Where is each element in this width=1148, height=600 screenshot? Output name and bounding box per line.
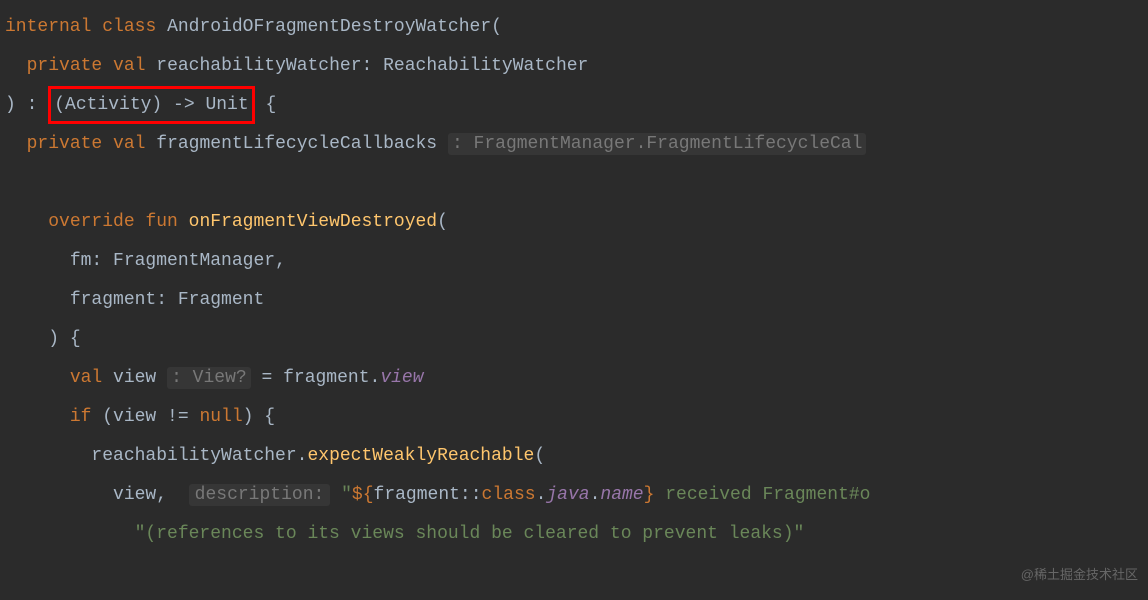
expr-fragment: fragment:: (374, 485, 482, 505)
highlighted-type: (Activity) -> Unit (48, 86, 254, 124)
method-expect: expectWeaklyReachable (307, 446, 534, 466)
string-start: " (330, 485, 352, 505)
code-line-13[interactable]: "(references to its views should be clea… (0, 515, 1148, 554)
keyword-if: if (70, 407, 92, 427)
code-line-5[interactable]: override fun onFragmentViewDestroyed( (0, 203, 1148, 242)
keyword-fun: fun (145, 212, 177, 232)
prop-name: fragmentLifecycleCallbacks (156, 134, 437, 154)
code-line-1[interactable]: internal class AndroidOFragmentDestroyWa… (0, 8, 1148, 47)
type-fm: FragmentManager (113, 251, 275, 271)
keyword-class: class (102, 17, 156, 37)
colon: : (362, 56, 384, 76)
keyword-val: val (113, 56, 145, 76)
keyword-internal: internal (5, 17, 91, 37)
keyword-override: override (48, 212, 134, 232)
code-line-9[interactable]: val view : View? = fragment.view (0, 359, 1148, 398)
keyword-val: val (70, 368, 102, 388)
prop-view: view (380, 368, 423, 388)
paren-open: ( (437, 212, 448, 232)
method-name: onFragmentViewDestroyed (189, 212, 437, 232)
keyword-private: private (27, 134, 103, 154)
comma: , (156, 485, 178, 505)
dot: . (536, 485, 547, 505)
class-name: AndroidOFragmentDestroyWatcher (167, 17, 491, 37)
code-line-2[interactable]: private val reachabilityWatcher: Reachab… (0, 47, 1148, 86)
type-name: ReachabilityWatcher (383, 56, 588, 76)
param-fragment: fragment (70, 290, 156, 310)
comma: , (275, 251, 286, 271)
arg-view: view (113, 485, 156, 505)
keyword-val: val (113, 134, 145, 154)
dot2: . (590, 485, 601, 505)
string-end: received Fragment#o (654, 485, 870, 505)
prop-java: java (546, 485, 589, 505)
code-line-blank[interactable] (0, 164, 1148, 203)
param-name: reachabilityWatcher (156, 56, 361, 76)
code-line-8[interactable]: ) { (0, 320, 1148, 359)
close-paren-brace: ) { (48, 329, 80, 349)
code-line-6[interactable]: fm: FragmentManager, (0, 242, 1148, 281)
brace-open: { (255, 95, 277, 115)
type-hint-view: : View? (167, 367, 251, 389)
eq-fragment: = fragment. (251, 368, 381, 388)
param-hint-description: description: (189, 484, 331, 506)
string-refs: "(references to its views should be clea… (135, 524, 805, 544)
paren-open: ( (534, 446, 545, 466)
code-line-11[interactable]: reachabilityWatcher.expectWeaklyReachabl… (0, 437, 1148, 476)
cond-part2: ) { (243, 407, 275, 427)
close-paren: ) : (5, 95, 48, 115)
code-line-10[interactable]: if (view != null) { (0, 398, 1148, 437)
colon: : (91, 251, 113, 271)
watermark-text: @稀土掘金技术社区 (1021, 568, 1138, 582)
code-line-3[interactable]: ) : (Activity) -> Unit { (0, 86, 1148, 125)
type-fragment: Fragment (178, 290, 264, 310)
obj-watcher: reachabilityWatcher. (91, 446, 307, 466)
cond-part1: (view != (91, 407, 199, 427)
colon: : (156, 290, 178, 310)
keyword-null: null (199, 407, 242, 427)
keyword-class: class (482, 485, 536, 505)
var-view: view (113, 368, 156, 388)
template-open: ${ (352, 485, 374, 505)
code-line-4[interactable]: private val fragmentLifecycleCallbacks :… (0, 125, 1148, 164)
code-line-7[interactable]: fragment: Fragment (0, 281, 1148, 320)
type-hint: : FragmentManager.FragmentLifecycleCal (448, 133, 866, 155)
paren-open: ( (491, 17, 502, 37)
keyword-private: private (27, 56, 103, 76)
prop-name: name (600, 485, 643, 505)
template-close: } (644, 485, 655, 505)
param-fm: fm (70, 251, 92, 271)
code-line-12[interactable]: view, description: "${fragment::class.ja… (0, 476, 1148, 515)
